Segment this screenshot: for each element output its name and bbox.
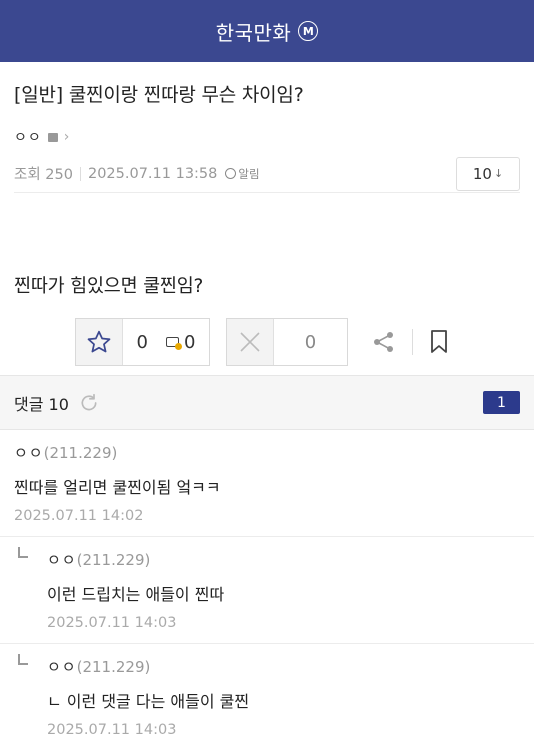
comment-date: 2025.07.11 14:03 xyxy=(47,615,177,631)
alert-label: 알림 xyxy=(238,166,260,181)
comment-page-badge[interactable]: 1 xyxy=(483,391,520,414)
gold-icon xyxy=(166,337,182,350)
minor-gallery-badge-icon: M xyxy=(298,21,319,41)
comment-text: 찐따를 얼리면 쿨찐이됨 엌ㅋㅋ xyxy=(14,478,221,497)
post-meta: 조회 250 2025.07.11 13:58 알림 10 ↓ xyxy=(14,155,520,193)
comment-list: ㅇㅇ(211.229) 찐따를 얼리면 쿨찐이됨 엌ㅋㅋ 2025.07.11 … xyxy=(0,430,534,751)
downvote-count: 0 xyxy=(304,331,317,353)
user-badge-icon xyxy=(47,132,58,142)
comment-ip: (211.229) xyxy=(76,551,151,569)
post-title: [일반] 쿨찐이랑 찐따랑 무슨 차이임? xyxy=(14,84,304,106)
x-icon xyxy=(240,332,260,352)
share-icon xyxy=(374,332,393,352)
comment-author[interactable]: ㅇㅇ xyxy=(47,658,77,676)
upvote-button[interactable] xyxy=(76,319,123,365)
comment-item: ㅇㅇ(211.229) 찐따를 얼리면 쿨찐이됨 엌ㅋㅋ 2025.07.11 … xyxy=(0,430,534,537)
star-icon xyxy=(87,330,111,353)
comment-meta: ㅇㅇ(211.229) xyxy=(47,656,520,677)
comments-header: 댓글 10 1 xyxy=(0,375,534,430)
comment-author[interactable]: ㅇㅇ xyxy=(47,551,77,569)
refresh-icon[interactable] xyxy=(79,393,99,413)
reply-arrow-icon xyxy=(18,654,28,665)
font-size-value: 10 xyxy=(472,164,492,183)
vote-area: 0 0 0 xyxy=(75,318,451,366)
reply-item: ㅇㅇ(211.229) ㄴ 이런 댓글 다는 애들이 쿨찐 2025.07.11… xyxy=(0,644,534,751)
author-row[interactable]: ㅇㅇ › xyxy=(14,127,520,147)
comment-text: 이런 드립치는 애들이 찐따 xyxy=(47,585,225,604)
post-content: 찐따가 힘있으면 쿨찐임? xyxy=(14,276,204,297)
share-button[interactable] xyxy=(370,328,398,356)
upvote-box[interactable]: 0 0 xyxy=(75,318,210,366)
comment-text: ㄴ 이런 댓글 다는 애들이 쿨찐 xyxy=(47,692,250,711)
author-name[interactable]: ㅇㅇ xyxy=(14,127,42,147)
meta-divider xyxy=(79,166,81,181)
comment-count: 댓글 10 xyxy=(14,394,69,414)
vote-counts: 0 0 xyxy=(123,319,209,365)
comment-meta: ㅇㅇ(211.229) xyxy=(14,442,520,463)
downvote-button[interactable] xyxy=(227,319,274,365)
chevron-right-icon[interactable]: › xyxy=(64,129,70,145)
reply-item: ㅇㅇ(211.229) 이런 드립치는 애들이 찐따 2025.07.11 14… xyxy=(0,537,534,644)
bookmark-icon xyxy=(431,330,447,353)
reply-arrow-icon xyxy=(18,547,28,558)
gallery-header: 한국만화 M xyxy=(0,0,534,62)
font-size-button[interactable]: 10 ↓ xyxy=(456,156,520,191)
comment-ip: (211.229) xyxy=(43,444,118,462)
comment-date: 2025.07.11 14:03 xyxy=(47,722,177,738)
post-header: [일반] 쿨찐이랑 찐따랑 무슨 차이임? ㅇㅇ › 조회 250 2025.0… xyxy=(0,62,534,193)
comment-meta: ㅇㅇ(211.229) xyxy=(47,549,520,570)
bookmark-button[interactable] xyxy=(427,328,451,356)
view-count: 조회 250 xyxy=(14,167,73,183)
downvote-box[interactable]: 0 xyxy=(226,318,348,366)
upvote-count: 0 xyxy=(136,331,148,353)
comment-ip: (211.229) xyxy=(76,658,151,676)
comment-date: 2025.07.11 14:02 xyxy=(14,508,144,524)
bell-icon xyxy=(225,168,237,179)
gold-count: 0 xyxy=(184,331,196,353)
comment-author[interactable]: ㅇㅇ xyxy=(14,444,44,462)
action-divider xyxy=(412,329,413,355)
gallery-title[interactable]: 한국만화 xyxy=(216,17,292,46)
post-date: 2025.07.11 13:58 xyxy=(87,165,218,182)
alert-toggle[interactable]: 알림 xyxy=(225,166,260,182)
arrow-down-icon: ↓ xyxy=(493,167,504,180)
